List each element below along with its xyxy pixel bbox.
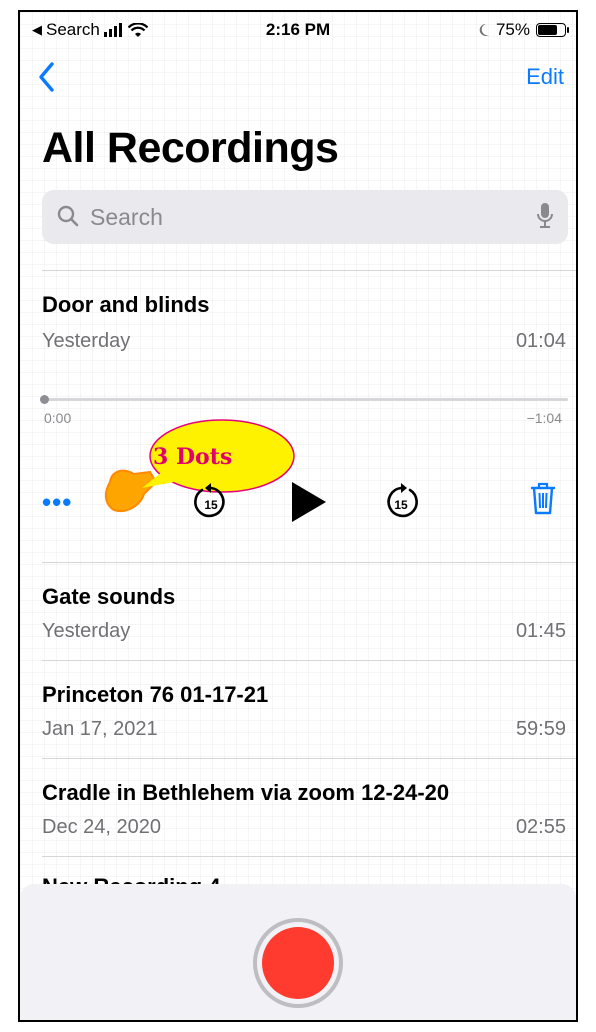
recording-date: Dec 24, 2020 [42,816,161,838]
remaining-time: −1:04 [526,410,562,426]
recording-duration: 59:59 [515,718,566,740]
page-title: All Recordings [42,124,339,172]
battery-fill [538,25,557,35]
list-divider [42,758,576,759]
status-bar: ◀ Search 2:16 PM 75% [20,12,576,48]
playback-scrubber[interactable] [40,395,568,404]
recording-date: Yesterday [42,330,131,352]
expanded-divider [42,562,576,563]
microphone-icon[interactable] [536,202,554,230]
annotation-label: 3 Dots [153,444,233,470]
record-dot-icon [262,927,334,999]
recording-name: Door and blinds [42,292,210,317]
recording-name: Gate sounds [42,584,176,609]
recording-item[interactable]: Gate sounds Yesterday 01:45 [42,584,566,654]
elapsed-time: 0:00 [44,410,72,426]
recording-date: Yesterday [42,620,131,642]
recording-name: Princeton 76 01-17-21 [42,682,269,707]
record-button[interactable] [253,918,343,1008]
battery-percent: 75% [495,20,530,39]
recording-duration: 01:04 [515,330,566,352]
skip-back-seconds: 15 [204,498,218,512]
moon-icon [479,23,489,36]
record-panel [20,884,576,1020]
playback-controls: ••• 15 15 [20,482,576,532]
list-divider [42,856,576,857]
nav-bar: Edit [20,58,576,98]
recording-item[interactable]: Princeton 76 01-17-21 Jan 17, 2021 59:59 [42,682,566,752]
recording-item[interactable]: Cradle in Bethlehem via zoom 12-24-20 De… [42,780,566,850]
back-chevron-icon[interactable] [34,60,62,94]
battery-icon [536,23,569,37]
play-icon[interactable] [286,478,330,526]
search-icon [57,205,79,227]
skip-forward-15-icon[interactable]: 15 [382,482,420,522]
more-options-button[interactable]: ••• [42,489,72,515]
phone-screen: ◀ Search 2:16 PM 75% Edit All Recordings… [18,10,578,1022]
skip-forward-seconds: 15 [394,498,408,512]
list-divider [42,660,576,661]
scrubber-knob[interactable] [40,395,49,404]
recording-date: Jan 17, 2021 [42,718,158,740]
recording-name: Cradle in Bethlehem via zoom 12-24-20 [42,780,450,805]
skip-back-15-icon[interactable]: 15 [192,482,230,522]
search-bar[interactable] [42,190,568,244]
recording-duration: 02:55 [515,816,566,838]
edit-button[interactable]: Edit [526,64,564,90]
list-top-divider [42,270,576,271]
recording-duration: 01:45 [515,620,566,642]
trash-icon[interactable] [530,482,556,516]
search-input[interactable] [88,200,512,234]
recording-item-expanded[interactable]: Door and blinds Yesterday 01:04 [42,292,566,372]
